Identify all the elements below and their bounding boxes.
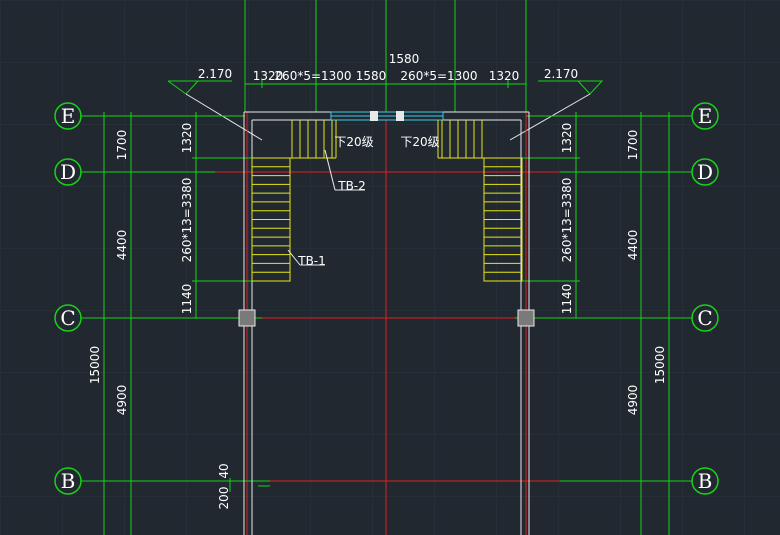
axis-label-left-C: C bbox=[60, 306, 75, 330]
axis-label-left-D: D bbox=[60, 160, 76, 184]
elevation-right-text: 2.170 bbox=[544, 67, 578, 81]
dim-left-total: 15000 bbox=[88, 346, 102, 384]
elevation-left-text: 2.170 bbox=[198, 67, 232, 81]
dim-right-ed: 1700 bbox=[626, 130, 640, 161]
axis-label-right-C: C bbox=[697, 306, 712, 330]
dim-left-ed: 1700 bbox=[115, 130, 129, 161]
dim-top-left-steps: 260*5=1300 bbox=[274, 69, 351, 83]
dim-right-dc: 4400 bbox=[626, 230, 640, 261]
stair-label-tb2: TB-2 bbox=[337, 179, 366, 193]
dim-top-overall: 1580 bbox=[389, 52, 420, 66]
dim-left-bottom: 1140 bbox=[180, 284, 194, 315]
dim-right-total: 15000 bbox=[653, 346, 667, 384]
dim-left-200: 200 bbox=[217, 487, 231, 510]
dim-right-cb: 4900 bbox=[626, 385, 640, 416]
axis-bubble-right-B[interactable]: B bbox=[691, 467, 719, 495]
axis-bubble-right-E[interactable]: E bbox=[691, 102, 719, 130]
axis-bubble-left-C[interactable]: C bbox=[54, 304, 82, 332]
axis-bubble-left-D[interactable]: D bbox=[54, 158, 82, 186]
cad-drawing-canvas[interactable]: 1580 1320 260*5=1300 1580 260*5=1300 132… bbox=[0, 0, 780, 535]
dim-right-landing: 1320 bbox=[560, 123, 574, 154]
dim-top-right-landing: 1320 bbox=[489, 69, 520, 83]
axis-bubble-right-D[interactable]: D bbox=[691, 158, 719, 186]
stair-label-down-left: 下20级 bbox=[334, 135, 373, 149]
axis-bubble-right-C[interactable]: C bbox=[691, 304, 719, 332]
stair-label-down-right: 下20级 bbox=[400, 135, 439, 149]
background-grid bbox=[0, 0, 780, 535]
axis-label-left-B: B bbox=[61, 469, 76, 493]
dim-left-dc: 4400 bbox=[115, 230, 129, 261]
stair-label-tb1: TB-1 bbox=[297, 254, 326, 268]
dim-top-middle: 1580 bbox=[356, 69, 387, 83]
column-left bbox=[238, 309, 256, 327]
axis-label-right-E: E bbox=[698, 104, 713, 128]
axis-label-right-B: B bbox=[698, 469, 713, 493]
axis-label-right-D: D bbox=[697, 160, 713, 184]
axis-bubble-left-B[interactable]: B bbox=[54, 467, 82, 495]
top-window bbox=[330, 111, 444, 121]
dim-right-bottom: 1140 bbox=[560, 284, 574, 315]
axis-label-left-E: E bbox=[61, 104, 76, 128]
dim-left-cb: 4900 bbox=[115, 385, 129, 416]
axis-bubble-left-E[interactable]: E bbox=[54, 102, 82, 130]
dim-top-right-steps: 260*5=1300 bbox=[400, 69, 477, 83]
dim-left-landing: 1320 bbox=[180, 123, 194, 154]
dim-right-flight: 260*13=3380 bbox=[560, 178, 574, 263]
column-right bbox=[517, 309, 535, 327]
dim-left-40: 40 bbox=[217, 463, 231, 478]
dim-left-flight: 260*13=3380 bbox=[180, 178, 194, 263]
